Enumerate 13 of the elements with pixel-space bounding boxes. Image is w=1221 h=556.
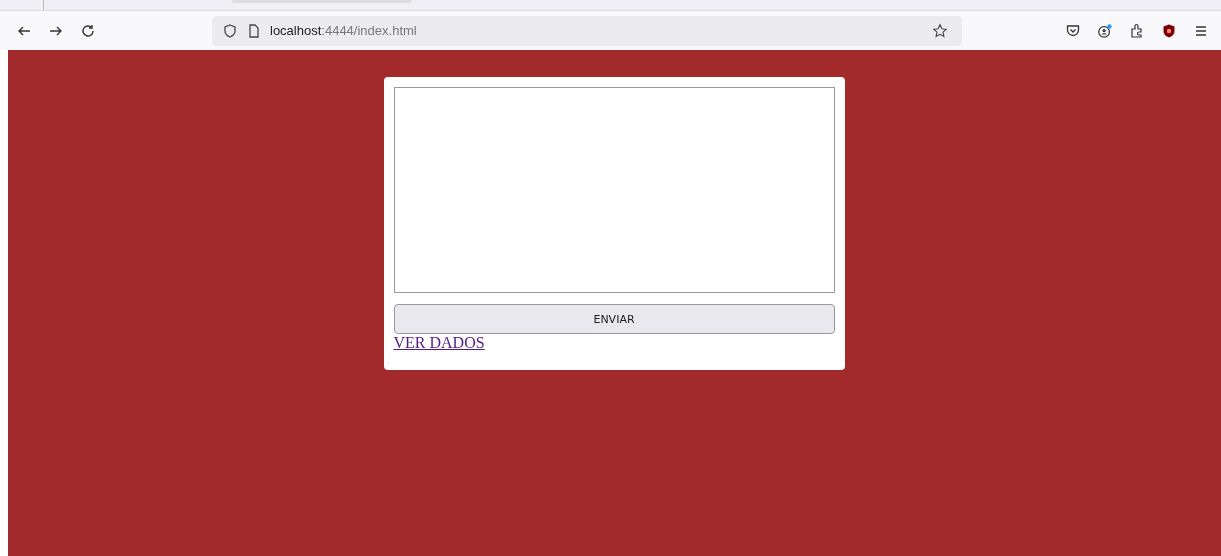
extensions-icon[interactable] <box>1129 22 1145 39</box>
pocket-icon[interactable] <box>1065 22 1081 39</box>
url-text: localhost:4444/index.html <box>270 23 417 38</box>
shield-icon[interactable] <box>1161 22 1177 39</box>
address-bar[interactable]: localhost:4444/index.html <box>212 15 962 46</box>
send-button[interactable]: ENVIAR <box>393 304 835 334</box>
reload-icon[interactable] <box>80 22 96 39</box>
account-icon[interactable] <box>1097 22 1113 39</box>
shield-icon[interactable] <box>222 22 238 39</box>
view-data-link[interactable]: VER DADOS <box>393 334 485 352</box>
message-field[interactable] <box>393 87 835 293</box>
star-icon[interactable] <box>932 22 948 39</box>
page-icon <box>246 22 262 39</box>
